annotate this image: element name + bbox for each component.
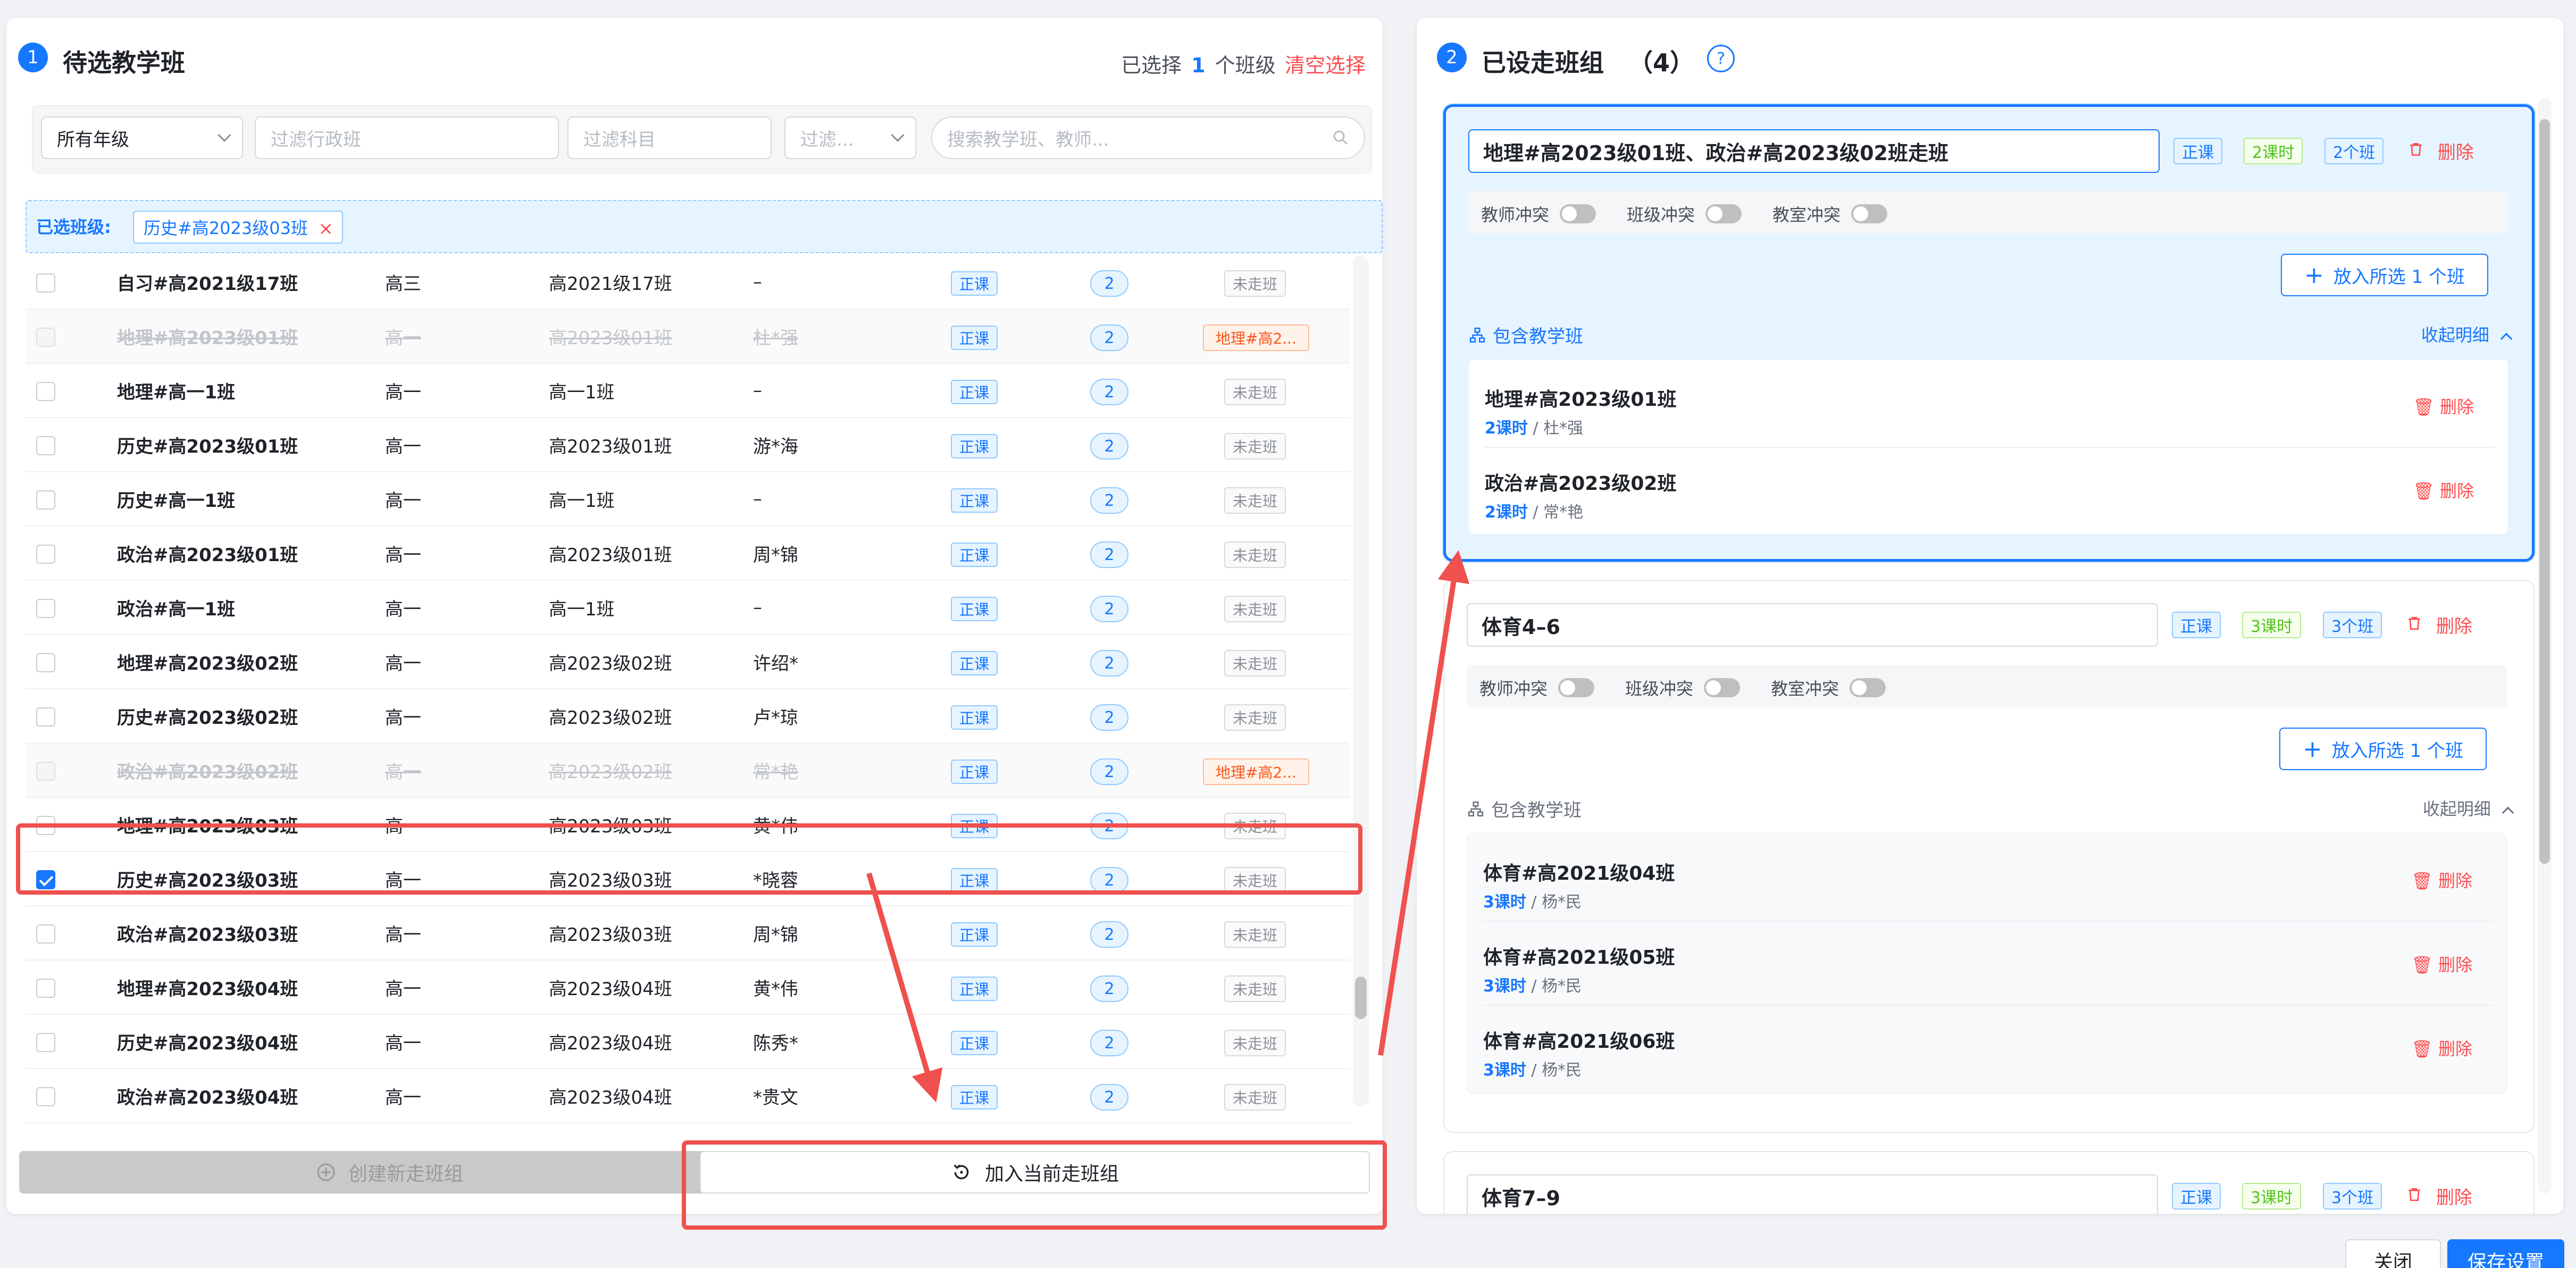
arrow-down [866,872,943,1103]
close-button[interactable]: 关闭 [2345,1239,2441,1268]
arrow-up [1378,550,1470,1056]
annotation-arrows [866,550,1470,1103]
save-settings-button[interactable]: 保存设置 [2447,1239,2564,1268]
